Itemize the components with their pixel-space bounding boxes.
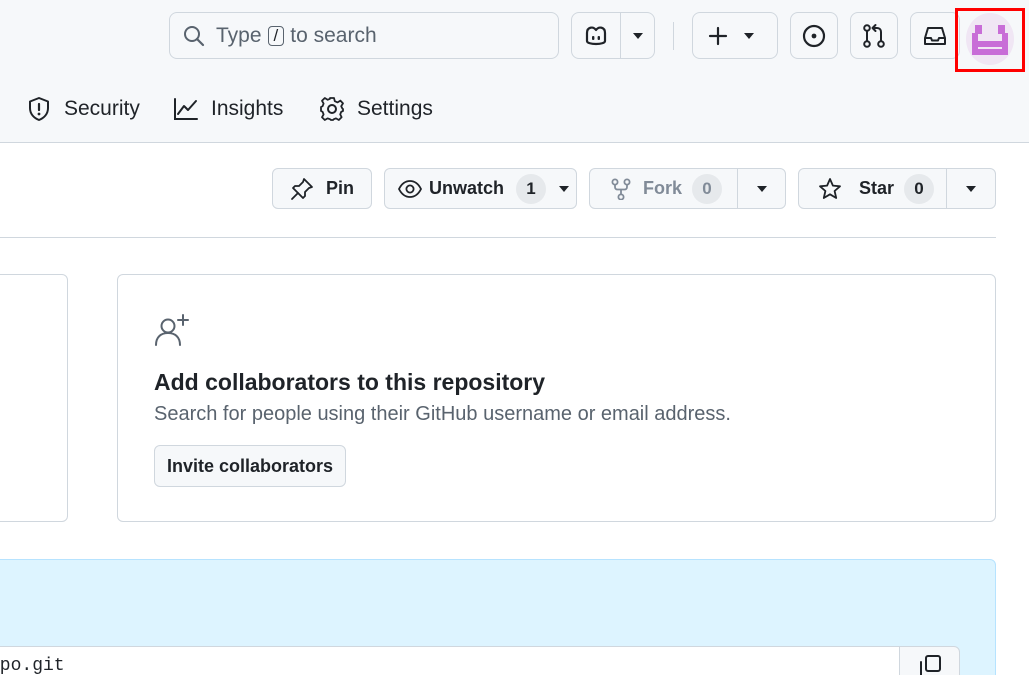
fork-count: 0 bbox=[692, 173, 723, 204]
fork-label: Fork bbox=[643, 178, 683, 198]
graph-icon bbox=[173, 96, 199, 122]
inbox-button[interactable] bbox=[910, 12, 960, 59]
triangle-down-icon bbox=[965, 185, 977, 193]
search-input[interactable]: Type / to search bbox=[169, 12, 559, 59]
section-divider bbox=[0, 237, 996, 238]
issues-button[interactable] bbox=[790, 12, 838, 59]
collaborators-description: Search for people using their GitHub use… bbox=[154, 403, 731, 425]
tab-insights[interactable]: Insights bbox=[173, 84, 283, 134]
invite-collaborators-button[interactable]: Invite collaborators bbox=[154, 445, 347, 487]
tab-settings[interactable]: Settings bbox=[319, 84, 433, 134]
tab-security-label: Security bbox=[64, 97, 140, 120]
highlight-box bbox=[955, 8, 1025, 72]
triangle-down-icon bbox=[558, 185, 570, 193]
tab-settings-label: Settings bbox=[357, 97, 433, 120]
top-bar: Type / to search bbox=[0, 0, 1029, 76]
git-pull-request-icon bbox=[861, 23, 887, 49]
pin-icon bbox=[290, 177, 314, 201]
gear-icon bbox=[319, 96, 345, 122]
search-shortcut-key: / bbox=[267, 25, 285, 46]
clone-url-text: epo.git bbox=[0, 656, 65, 675]
search-placeholder-start: Type bbox=[216, 23, 262, 47]
unwatch-label: Unwatch bbox=[429, 178, 505, 198]
search-icon bbox=[182, 24, 206, 48]
triangle-down-icon bbox=[756, 185, 768, 193]
star-label: Star bbox=[859, 178, 895, 198]
star-list-menu-button[interactable] bbox=[946, 169, 995, 208]
create-new-button[interactable] bbox=[692, 12, 778, 59]
fork-menu-button[interactable] bbox=[737, 169, 785, 208]
person-add-icon bbox=[154, 313, 190, 349]
issue-opened-icon bbox=[801, 23, 827, 49]
copy-button[interactable] bbox=[899, 646, 960, 675]
repo-forked-icon bbox=[611, 178, 631, 200]
copilot-button-group bbox=[571, 12, 655, 59]
pin-label: Pin bbox=[325, 178, 354, 198]
search-placeholder-end: to search bbox=[290, 23, 377, 47]
shield-icon bbox=[26, 96, 52, 122]
collaborators-title: Add collaborators to this repository bbox=[154, 369, 546, 395]
star-icon bbox=[818, 177, 842, 201]
tab-insights-label: Insights bbox=[211, 97, 284, 120]
add-collaborators-card: Add collaborators to this repository Sea… bbox=[117, 274, 996, 522]
copy-icon bbox=[917, 653, 943, 675]
avatar[interactable] bbox=[966, 13, 1014, 65]
unwatch-button[interactable]: Unwatch 1 bbox=[384, 168, 577, 209]
header-divider bbox=[673, 22, 674, 50]
tab-security[interactable]: Security bbox=[26, 84, 140, 134]
inbox-icon bbox=[922, 24, 948, 48]
triangle-down-icon bbox=[743, 32, 777, 40]
plus-icon bbox=[693, 13, 743, 58]
clone-url-input[interactable]: epo.git bbox=[0, 646, 900, 675]
pull-requests-button[interactable] bbox=[850, 12, 898, 59]
watch-count: 1 bbox=[516, 173, 547, 204]
app-header: Type / to search Security Insights Setti… bbox=[0, 0, 1029, 143]
star-count: 0 bbox=[904, 173, 935, 204]
copilot-button[interactable] bbox=[572, 13, 620, 58]
left-card bbox=[0, 274, 68, 522]
fork-button[interactable]: Fork 0 bbox=[589, 168, 786, 209]
triangle-down-icon bbox=[632, 32, 644, 40]
copilot-menu-button[interactable] bbox=[620, 13, 654, 58]
pin-button[interactable]: Pin bbox=[272, 168, 372, 209]
copilot-icon bbox=[583, 24, 609, 48]
star-button[interactable]: Star 0 bbox=[798, 168, 996, 209]
eye-icon bbox=[398, 179, 422, 199]
